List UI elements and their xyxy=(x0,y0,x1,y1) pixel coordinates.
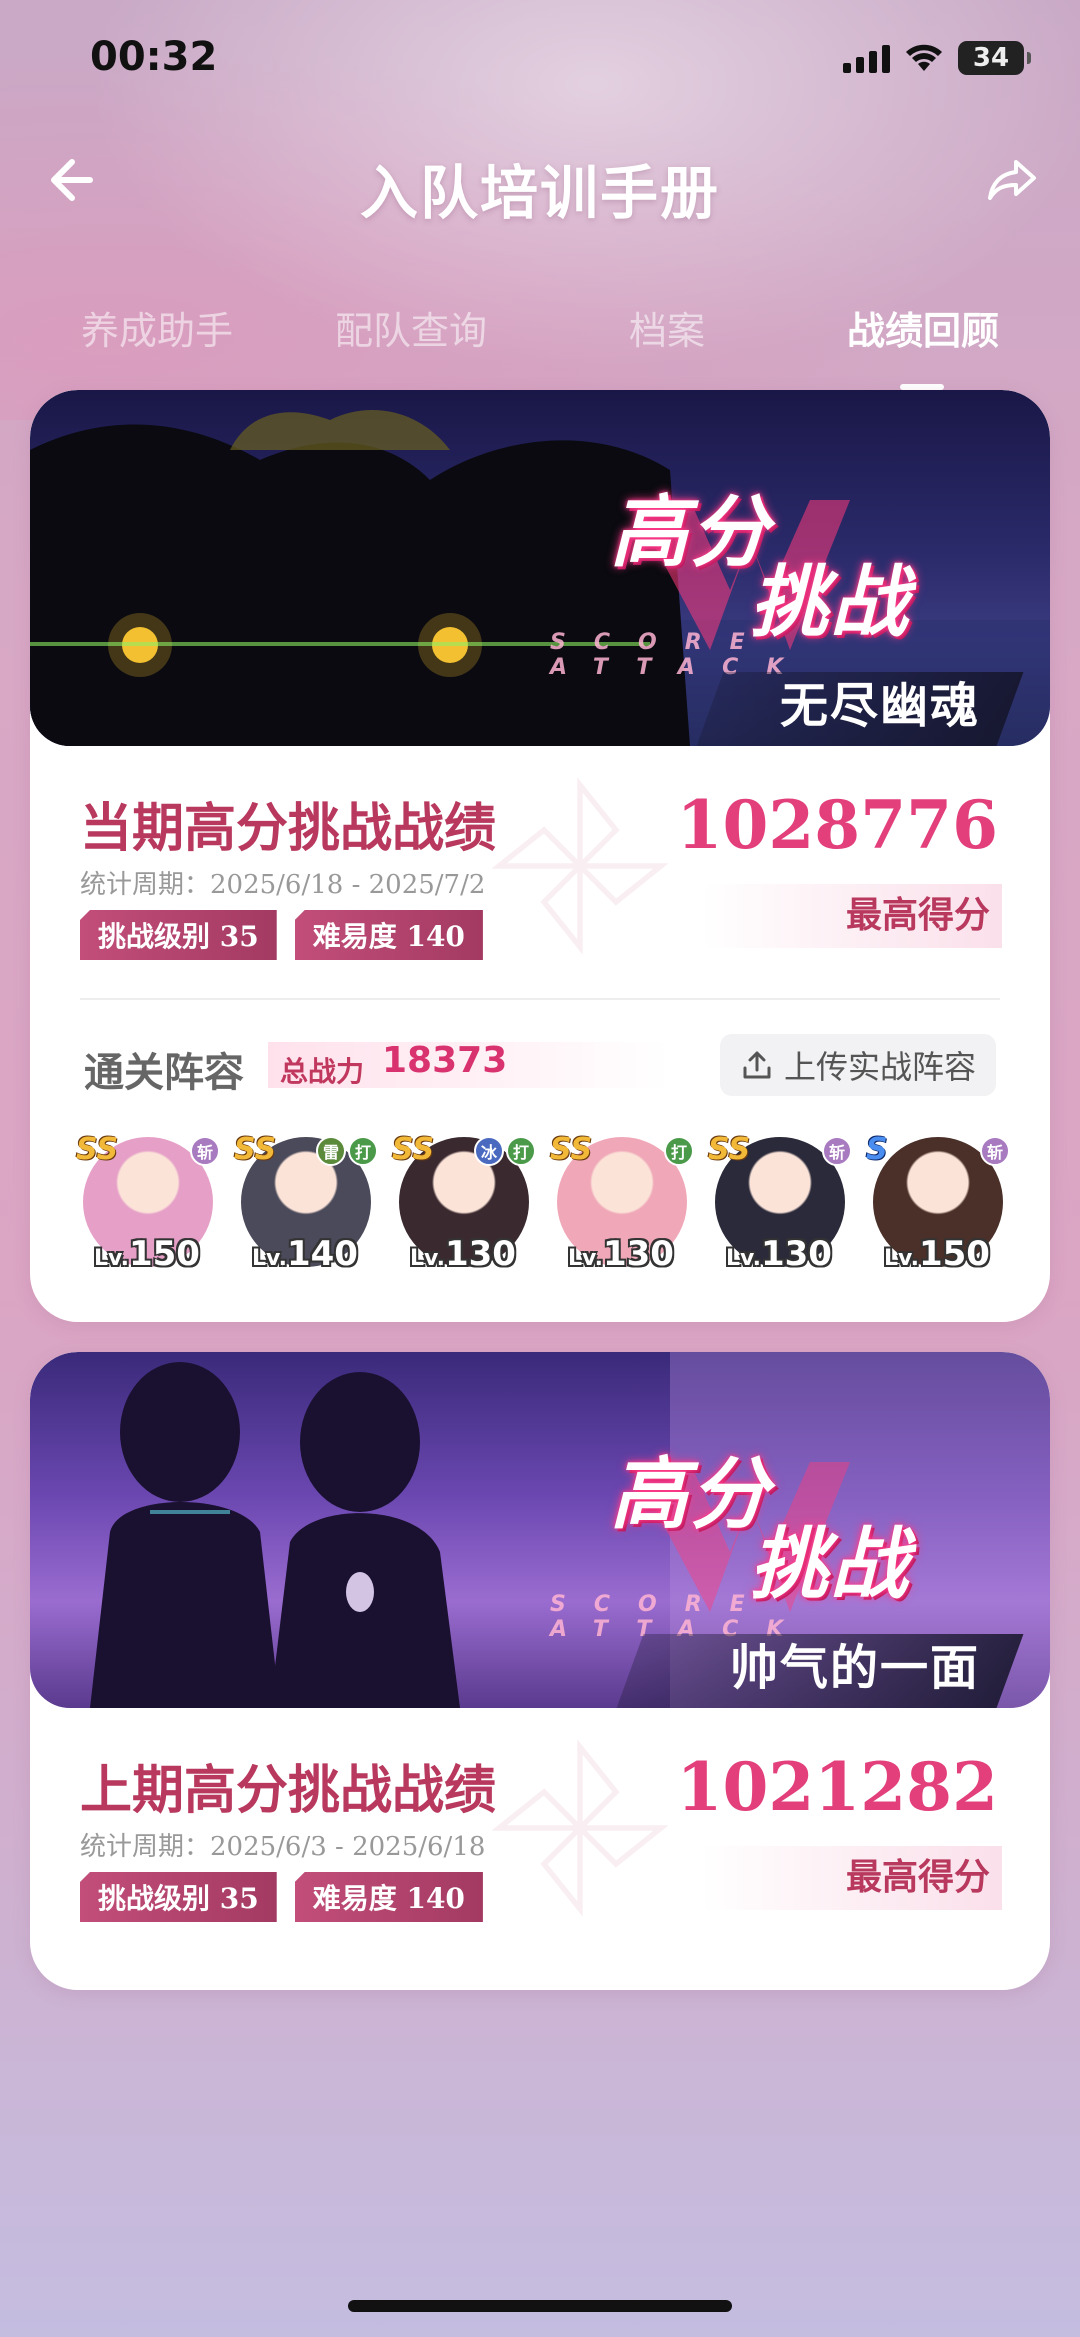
tab-bar: 养成助手 配队查询 档案 战绩回顾 xyxy=(0,300,1080,390)
lineup-header: 通关阵容 总战力 18373 上传实战阵容 xyxy=(30,1030,1050,1100)
status-icons: 34 xyxy=(843,38,1031,78)
tab-growth-assistant[interactable]: 养成助手 xyxy=(42,300,272,355)
record-period: 统计周期：2025/6/18 - 2025/7/2 xyxy=(80,870,486,900)
hero-level: Lv.150 xyxy=(884,1234,990,1274)
hero-attribute-tag: 斩 xyxy=(822,1136,852,1166)
hero-rank-badge: S xyxy=(866,1132,888,1167)
hero-attribute-tag: 打 xyxy=(664,1136,694,1166)
banner-challenge-name: 无尽幽魂 xyxy=(779,678,980,734)
hero-level-value: 130 xyxy=(760,1234,832,1274)
tab-archive[interactable]: 档案 xyxy=(552,300,782,355)
hero-attribute-tag: 冰 xyxy=(474,1136,504,1166)
upload-lineup-button[interactable]: 上传实战阵容 xyxy=(719,1034,996,1096)
hero-level-prefix: Lv. xyxy=(884,1246,919,1271)
banner-challenge-name: 帅气的一面 xyxy=(729,1640,980,1696)
current-challenge-banner: 高分 挑战 SCORE ATTACK 无尽幽魂 xyxy=(30,390,1050,746)
pinwheel-watermark-icon xyxy=(491,777,669,955)
record-badges: 挑战级别 35 难易度 140 xyxy=(80,1872,483,1922)
hero-level: Lv.150 xyxy=(94,1234,200,1274)
hero-attribute-tags: 斩 xyxy=(980,1136,1010,1166)
hero-level-value: 150 xyxy=(918,1234,990,1274)
hero-rank-badge: SS xyxy=(708,1132,751,1167)
previous-record: 上期高分挑战战绩 统计周期：2025/6/3 - 2025/6/18 挑战级别 … xyxy=(30,1708,1050,1958)
challenge-level-badge: 挑战级别 35 xyxy=(80,910,277,960)
share-icon[interactable] xyxy=(980,148,1044,212)
high-score-label: 最高得分 xyxy=(845,1856,990,1898)
banner-title-line1: 高分 xyxy=(610,488,771,578)
high-score-value: 1028776 xyxy=(676,786,998,864)
upload-icon xyxy=(743,1051,771,1079)
hero-level-value: 130 xyxy=(602,1234,674,1274)
hero-level: Lv.130 xyxy=(726,1234,832,1274)
header: 入队培训手册 xyxy=(0,130,1080,230)
hero-avatar-item[interactable]: SS 打 Lv.130 xyxy=(550,1130,694,1274)
hero-avatar-item[interactable]: S 斩 Lv.150 xyxy=(866,1130,1010,1274)
lineup-title: 通关阵容 xyxy=(84,1049,244,1096)
total-power-value: 18373 xyxy=(382,1040,508,1081)
signal-icon xyxy=(843,43,890,73)
current-challenge-card[interactable]: 高分 挑战 SCORE ATTACK 无尽幽魂 当期高分挑战战绩 统计周期：20… xyxy=(30,390,1050,1322)
record-period: 统计周期：2025/6/3 - 2025/6/18 xyxy=(80,1832,486,1862)
hero-attribute-tag: 打 xyxy=(506,1136,536,1166)
hero-attribute-tags: 斩 xyxy=(822,1136,852,1166)
status-time: 00:32 xyxy=(90,34,218,80)
hero-avatar-item[interactable]: SS 斩 Lv.130 xyxy=(708,1130,852,1274)
hero-level: Lv.140 xyxy=(252,1234,358,1274)
hero-avatar-item[interactable]: SS 冰打 Lv.130 xyxy=(392,1130,536,1274)
hero-level: Lv.130 xyxy=(568,1234,674,1274)
hero-level-prefix: Lv. xyxy=(726,1246,761,1271)
hero-attribute-tag: 斩 xyxy=(980,1136,1010,1166)
previous-challenge-card[interactable]: 高分 挑战 SCORE ATTACK 帅气的一面 上期高分挑战战绩 统计周期：2… xyxy=(30,1352,1050,1990)
hero-rank-badge: SS xyxy=(392,1132,435,1167)
upload-lineup-label: 上传实战阵容 xyxy=(783,1048,976,1086)
banner-title-line1: 高分 xyxy=(610,1450,771,1540)
challenge-level-badge: 挑战级别 35 xyxy=(80,1872,277,1922)
home-indicator xyxy=(348,2300,732,2312)
hero-attribute-tag: 雷 xyxy=(316,1136,346,1166)
status-bar: 00:32 34 xyxy=(0,0,1080,120)
hero-rank-badge: SS xyxy=(234,1132,277,1167)
record-title: 当期高分挑战战绩 xyxy=(80,798,497,859)
hero-attribute-tags: 打 xyxy=(664,1136,694,1166)
high-score-label: 最高得分 xyxy=(845,894,990,936)
tab-team-query[interactable]: 配队查询 xyxy=(296,300,526,355)
hero-avatar-item[interactable]: SS 斩 Lv.150 xyxy=(76,1130,220,1274)
record-title: 上期高分挑战战绩 xyxy=(80,1760,497,1821)
hero-avatar-item[interactable]: SS 雷打 Lv.140 xyxy=(234,1130,378,1274)
hero-level: Lv.130 xyxy=(410,1234,516,1274)
hero-attribute-tag: 打 xyxy=(348,1136,378,1166)
wifi-icon xyxy=(906,44,942,71)
hero-level-value: 140 xyxy=(286,1234,358,1274)
difficulty-badge: 难易度 140 xyxy=(294,1872,483,1922)
page-title: 入队培训手册 xyxy=(359,159,720,227)
total-power-label: 总战力 xyxy=(280,1055,365,1088)
tab-record-review[interactable]: 战绩回顾 xyxy=(808,300,1038,355)
hero-level-prefix: Lv. xyxy=(94,1246,129,1271)
hero-level-prefix: Lv. xyxy=(410,1246,445,1271)
pinwheel-watermark-icon xyxy=(491,1739,669,1917)
hero-level-value: 130 xyxy=(444,1234,516,1274)
hero-attribute-tags: 雷打 xyxy=(316,1136,378,1166)
hero-attribute-tags: 斩 xyxy=(190,1136,220,1166)
previous-challenge-banner: 高分 挑战 SCORE ATTACK 帅气的一面 xyxy=(30,1352,1050,1708)
hero-attribute-tag: 斩 xyxy=(190,1136,220,1166)
hero-level-prefix: Lv. xyxy=(568,1246,603,1271)
hero-rank-badge: SS xyxy=(76,1132,119,1167)
divider xyxy=(80,998,1000,1000)
difficulty-badge: 难易度 140 xyxy=(294,910,483,960)
current-record: 当期高分挑战战绩 统计周期：2025/6/18 - 2025/7/2 挑战级别 … xyxy=(30,746,1050,996)
hero-rank-badge: SS xyxy=(550,1132,593,1167)
hero-level-prefix: Lv. xyxy=(252,1246,287,1271)
battery-icon: 34 xyxy=(958,41,1031,75)
high-score-value: 1021282 xyxy=(676,1748,998,1826)
hero-level-value: 150 xyxy=(128,1234,200,1274)
hero-attribute-tags: 冰打 xyxy=(474,1136,536,1166)
record-badges: 挑战级别 35 难易度 140 xyxy=(80,910,483,960)
hero-lineup: SS 斩 Lv.150 SS 雷打 Lv.140 SS 冰打 Lv.130 SS 打 Lv.130 SS… xyxy=(76,1130,1016,1290)
